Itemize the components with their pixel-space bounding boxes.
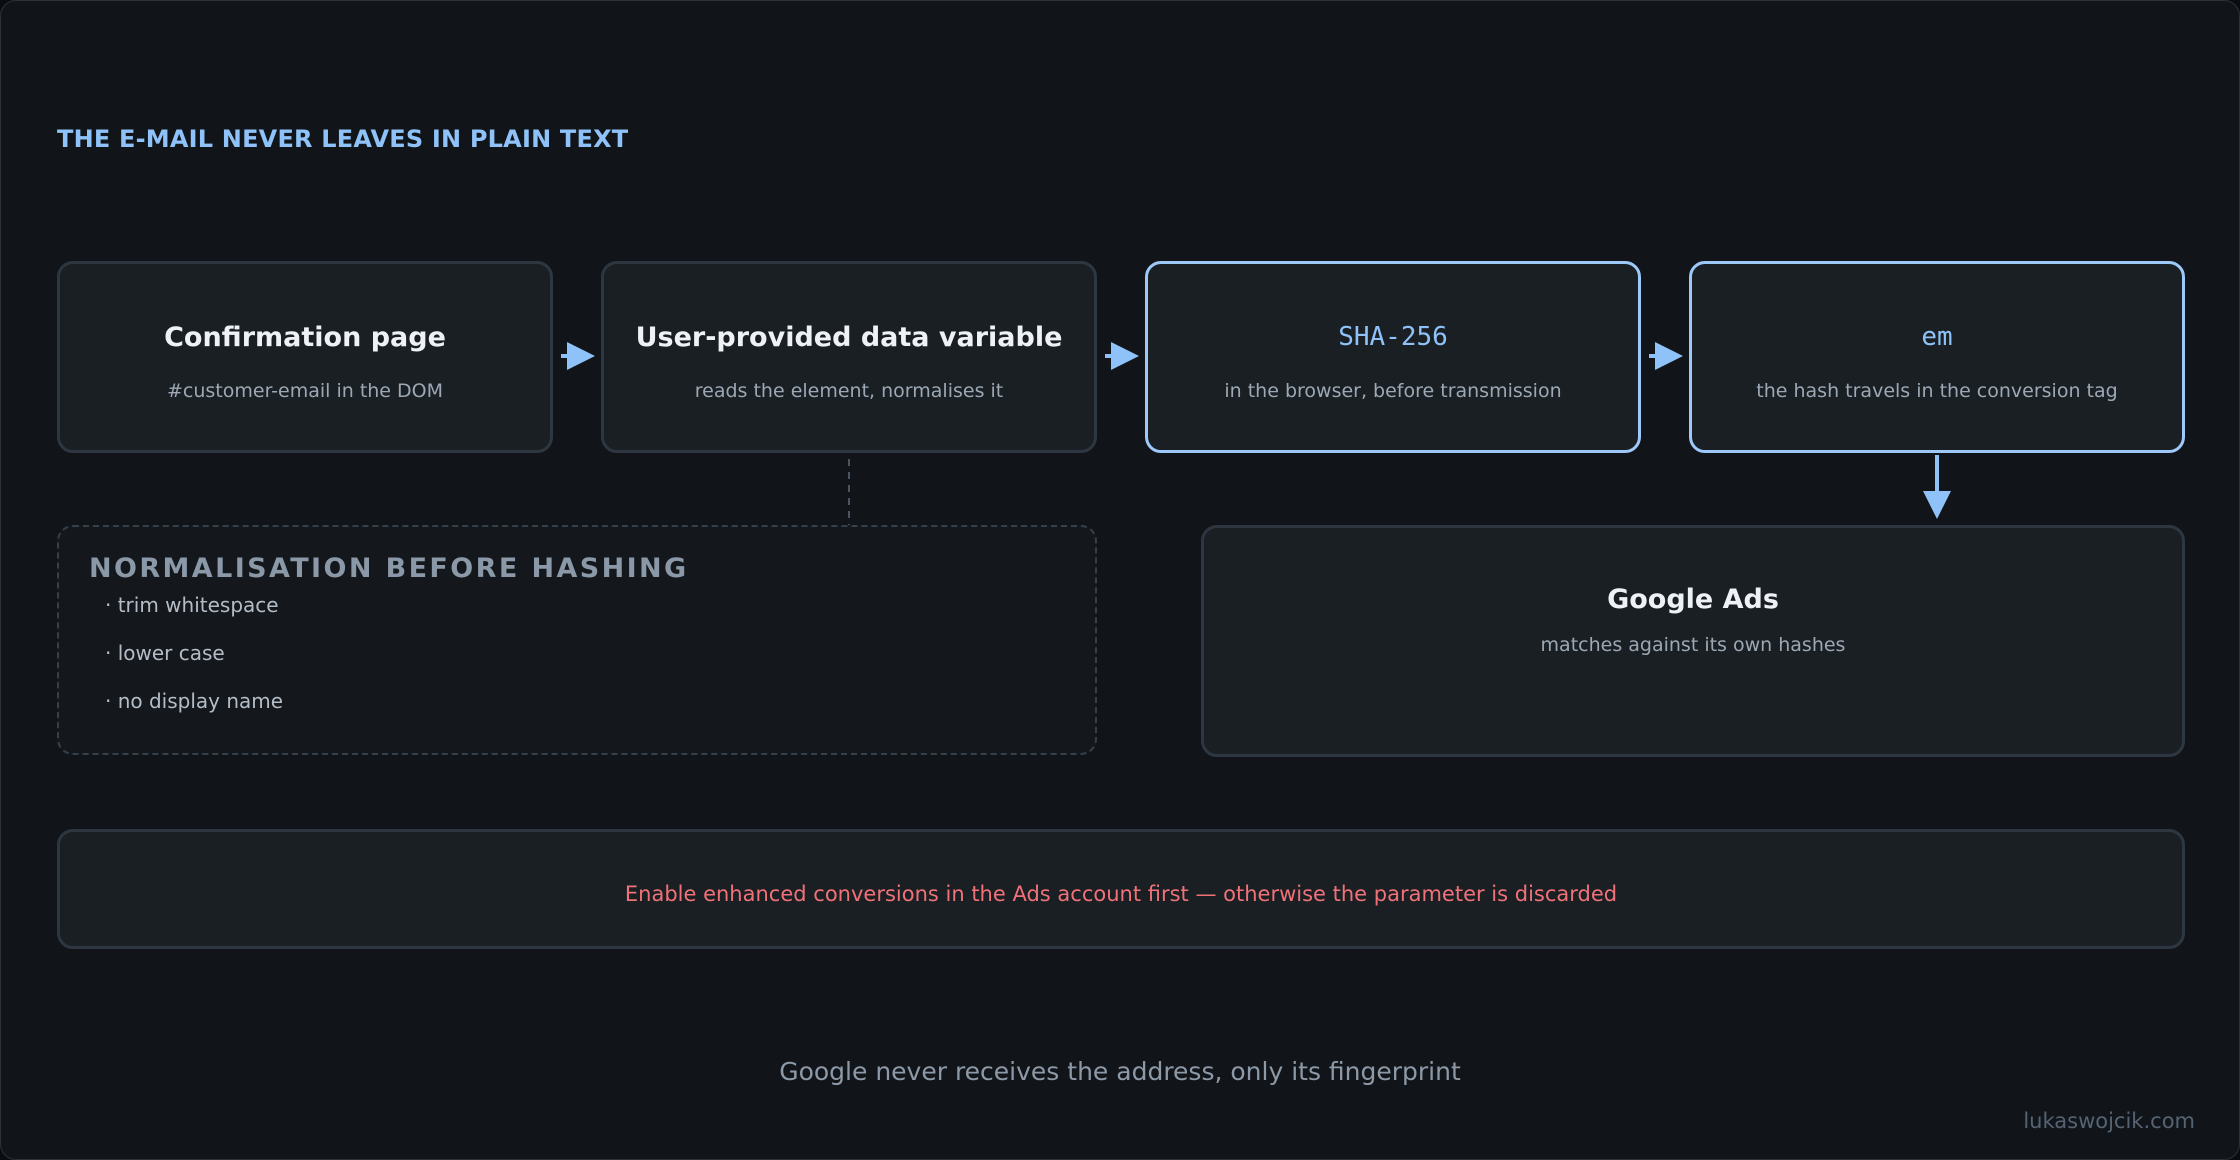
em-parameter-title: em (1921, 322, 1953, 352)
sha256-title: SHA-256 (1338, 322, 1448, 352)
google-ads-subtitle: matches against its own hashes (1540, 634, 1846, 656)
normalisation-panel: NORMALISATION BEFORE HASHING · trim whit… (57, 525, 1097, 755)
arrow-sha256-to-em (1649, 342, 1683, 370)
sha256-subtitle: in the browser, before transmission (1224, 380, 1562, 402)
google-ads-box: Google Ads matches against its own hashe… (1201, 525, 2185, 757)
arrow-confirmation-to-variable (561, 342, 595, 370)
confirmation-page-box: Confirmation page #customer-email in the… (57, 261, 553, 453)
user-provided-data-variable-title: User-provided data variable (635, 322, 1063, 353)
em-parameter-subtitle: the hash travels in the conversion tag (1756, 380, 2118, 402)
arrow-variable-to-sha256 (1105, 342, 1139, 370)
normalisation-item: · lower case (105, 641, 225, 665)
normalisation-item: · trim whitespace (105, 593, 279, 617)
warning-banner: Enable enhanced conversions in the Ads a… (57, 829, 2185, 949)
user-provided-data-variable-subtitle: reads the element, normalises it (694, 380, 1004, 402)
credit-link[interactable]: lukaswojcik.com (2023, 1109, 2195, 1133)
em-parameter-box: em the hash travels in the conversion ta… (1689, 261, 2185, 453)
normalisation-item: · no display name (105, 689, 284, 713)
diagram-canvas: THE E-MAIL NEVER LEAVES IN PLAIN TEXT Co… (0, 0, 2240, 1160)
sha256-box: SHA-256 in the browser, before transmiss… (1145, 261, 1641, 453)
footer-caption: Google never receives the address, only … (779, 1057, 1461, 1086)
google-ads-title: Google Ads (1607, 584, 1779, 615)
warning-text: Enable enhanced conversions in the Ads a… (624, 882, 1618, 906)
user-provided-data-variable-box: User-provided data variable reads the el… (601, 261, 1097, 453)
confirmation-page-title: Confirmation page (164, 322, 446, 353)
normalisation-title: NORMALISATION BEFORE HASHING (89, 553, 689, 584)
confirmation-page-subtitle: #customer-email in the DOM (166, 380, 444, 402)
arrow-em-to-google-ads (1923, 455, 1951, 519)
